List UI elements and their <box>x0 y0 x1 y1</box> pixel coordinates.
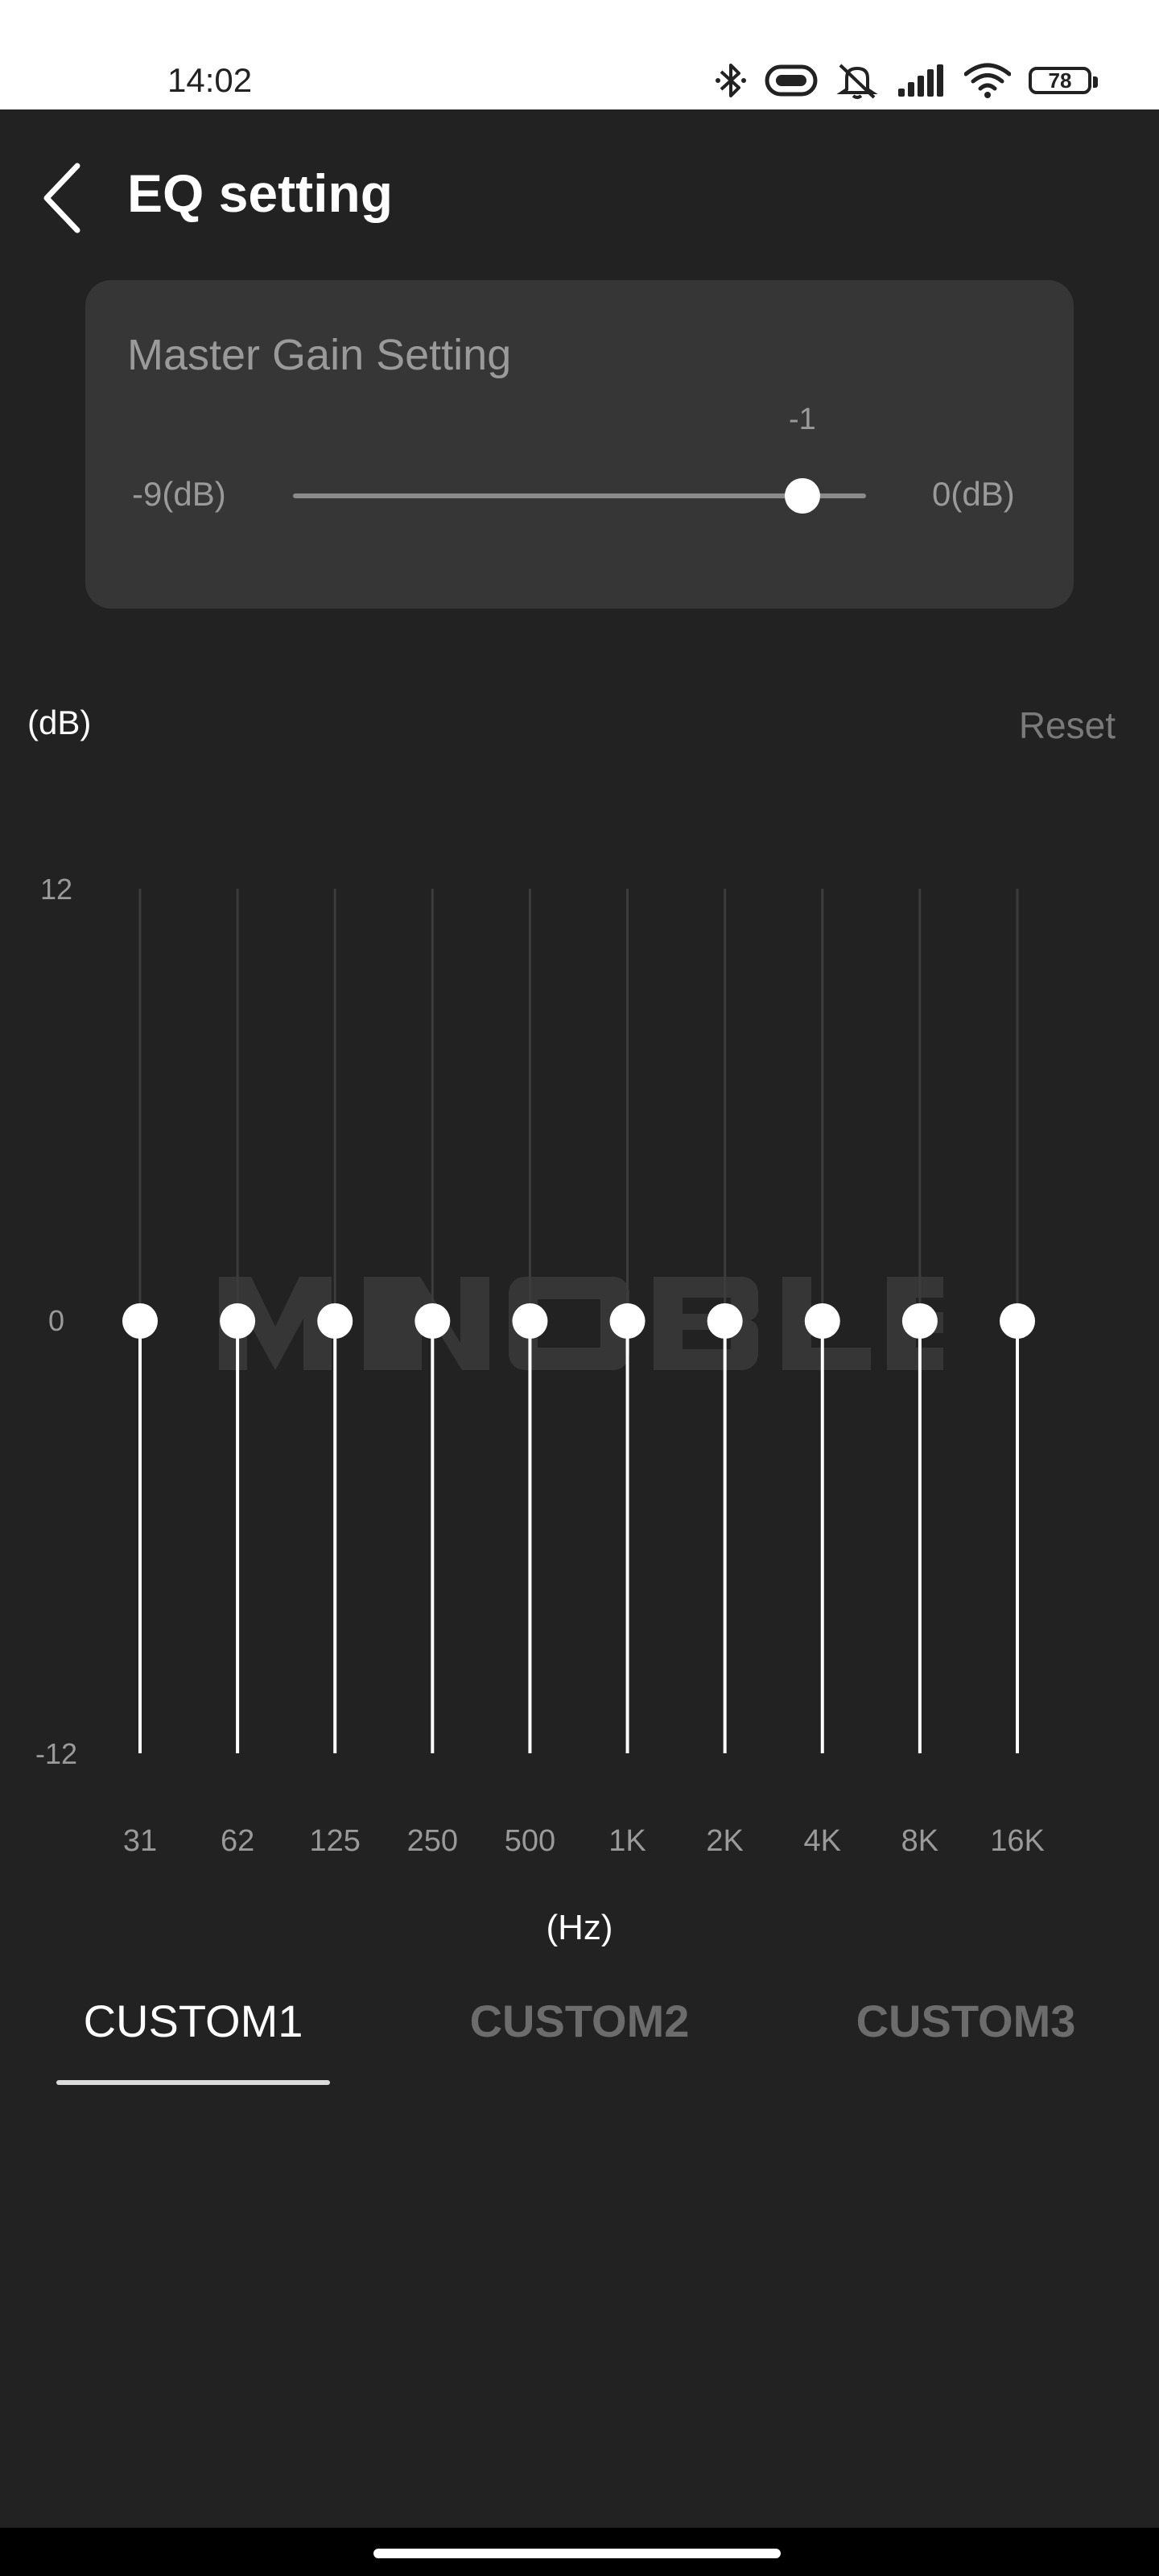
y-tick-top: 12 <box>39 873 73 906</box>
freq-label-500: 500 <box>504 1824 556 1858</box>
status-time: 14:02 <box>167 61 253 99</box>
y-tick-zero: 0 <box>47 1304 65 1337</box>
master-gain-value: -1 <box>788 402 816 436</box>
master-gain-title: Master Gain Setting <box>127 331 512 379</box>
signal-icon <box>897 63 947 98</box>
eq-band-knob-125[interactable] <box>317 1303 353 1339</box>
home-indicator[interactable] <box>373 2549 781 2558</box>
freq-label-31: 31 <box>122 1824 158 1858</box>
db-unit-label: (dB) <box>27 704 92 741</box>
eq-setting-screen: 14:02 78 EQ setting Master Gain Setting … <box>0 0 1159 2576</box>
page-title: EQ setting <box>127 163 394 223</box>
battery-level: 78 <box>1048 68 1072 93</box>
tab-custom2[interactable]: CUSTOM2 <box>443 1995 716 2047</box>
tab-custom1[interactable]: CUSTOM1 <box>56 1995 330 2047</box>
eq-band-knob-4K[interactable] <box>804 1303 840 1339</box>
freq-label-16K: 16K <box>990 1824 1045 1858</box>
eq-band-knob-250[interactable] <box>415 1303 451 1339</box>
eq-band-knob-2K[interactable] <box>707 1303 743 1339</box>
mute-icon <box>835 60 879 101</box>
master-gain-slider-thumb[interactable] <box>784 478 820 514</box>
reset-button[interactable]: Reset <box>1019 704 1116 747</box>
chevron-left-icon <box>43 163 80 233</box>
master-gain-min-label: -9(dB) <box>132 475 226 513</box>
freq-label-4K: 4K <box>803 1824 841 1858</box>
freq-label-8K: 8K <box>901 1824 939 1858</box>
eq-band-knob-16K[interactable] <box>1000 1303 1035 1339</box>
eq-band-knob-8K[interactable] <box>901 1303 938 1339</box>
master-gain-max-label: 0(dB) <box>932 475 1015 513</box>
status-bar: 14:02 78 <box>0 0 1159 109</box>
headphone-case-icon <box>765 63 818 98</box>
navigation-bar <box>0 2528 1159 2576</box>
freq-label-1K: 1K <box>608 1824 646 1858</box>
battery-icon: 78 <box>1029 67 1098 94</box>
freq-label-2K: 2K <box>706 1824 744 1858</box>
freq-label-62: 62 <box>220 1824 255 1858</box>
freq-label-250: 250 <box>406 1824 459 1858</box>
master-gain-card: Master Gain Setting -1 -9(dB) 0(dB) <box>85 280 1074 609</box>
bluetooth-icon <box>715 60 747 101</box>
active-tab-indicator <box>56 2080 330 2085</box>
master-gain-slider-track[interactable] <box>293 493 866 498</box>
eq-band-knob-1K[interactable] <box>609 1303 645 1339</box>
tab-custom3[interactable]: CUSTOM3 <box>829 1995 1103 2047</box>
y-tick-bottom: -12 <box>35 1737 78 1770</box>
eq-band-knob-31[interactable] <box>122 1303 158 1339</box>
status-icons: 78 <box>715 60 1098 101</box>
wifi-icon <box>964 63 1011 98</box>
freq-label-125: 125 <box>309 1824 361 1858</box>
back-button[interactable] <box>39 158 95 238</box>
eq-band-knob-62[interactable] <box>220 1303 256 1339</box>
eq-band-knob-500[interactable] <box>512 1303 548 1339</box>
hz-unit-label: (Hz) <box>546 1908 613 1947</box>
